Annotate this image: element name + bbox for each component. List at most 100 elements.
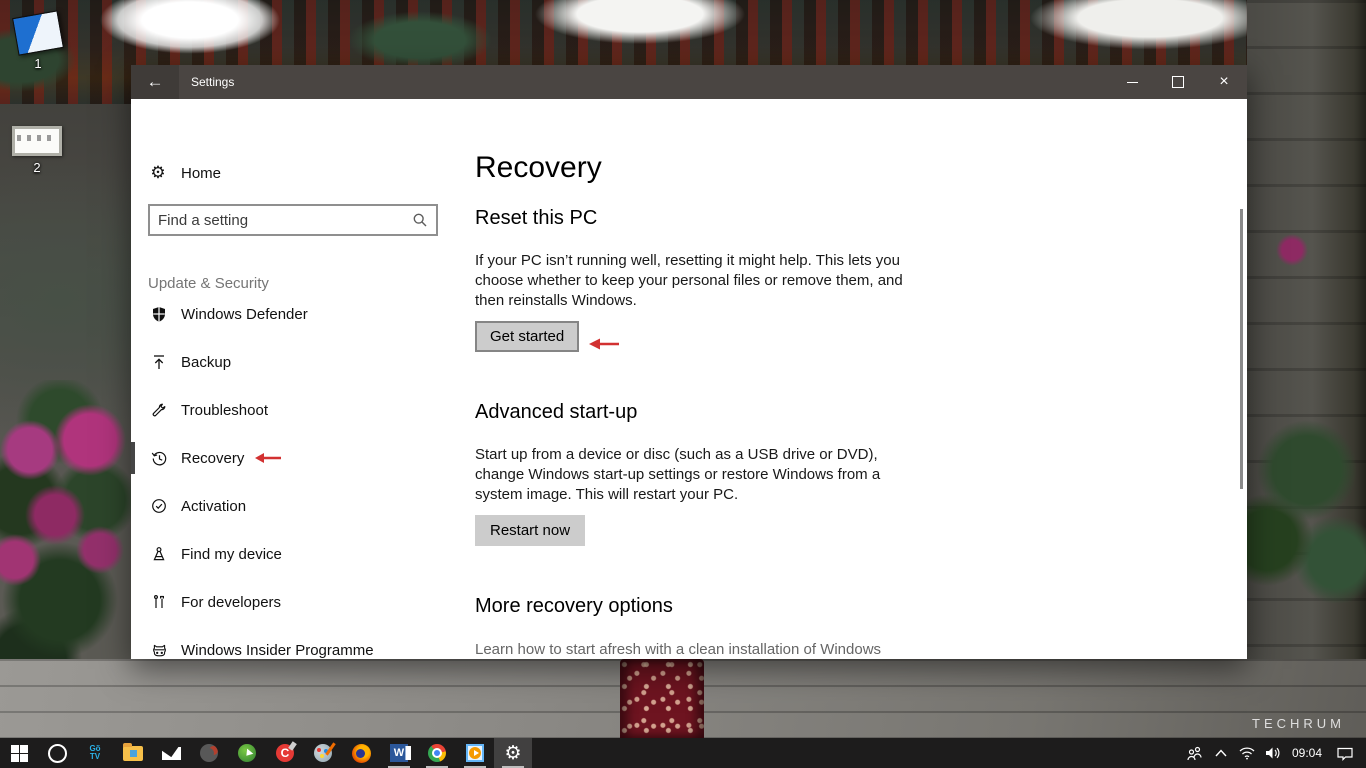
dev-tools-icon	[150, 594, 168, 610]
taskbar-item-gotv[interactable]: Gõ TV	[76, 738, 114, 768]
close-icon: ×	[1219, 73, 1229, 90]
reset-description: If your PC isn’t running well, resetting…	[475, 252, 903, 309]
sidebar-item-for-developers[interactable]: For developers	[131, 582, 465, 622]
settings-gear-icon: ⚙	[504, 742, 522, 764]
sidebar-item-label: Backup	[181, 353, 232, 371]
maximize-icon	[1172, 76, 1184, 88]
sidebar-section-header: Update & Security	[148, 275, 269, 292]
taskbar: Gõ TV C W ⚙ 09:04	[0, 738, 1366, 768]
word-icon: W	[390, 744, 411, 762]
gotv-icon: Gõ TV	[89, 744, 101, 761]
sidebar-item-label: Recovery	[181, 449, 245, 467]
sidebar-item-windows-defender[interactable]: Windows Defender	[131, 294, 465, 334]
settings-window: ← Settings × ⚙ Home Find a setting Updat…	[131, 65, 1247, 659]
taskbar-item-firefox[interactable]	[342, 738, 380, 768]
restart-now-button[interactable]: Restart now	[475, 515, 586, 546]
shield-icon	[150, 306, 168, 323]
windows-logo-icon	[10, 744, 28, 762]
sidebar-item-label: Windows Insider Programme	[181, 641, 374, 659]
map-marker-icon	[150, 546, 168, 562]
history-icon	[150, 450, 168, 467]
firefox-icon	[351, 743, 371, 763]
desktop-icon-label: 1	[34, 56, 42, 71]
desktop-icon-2[interactable]: 2	[5, 126, 69, 175]
ninja-cat-icon	[150, 642, 168, 658]
maximize-button[interactable]	[1155, 65, 1201, 99]
sidebar-item-find-my-device[interactable]: Find my device	[131, 534, 465, 574]
taskbar-clock[interactable]: 09:04	[1292, 746, 1322, 760]
start-afresh-link[interactable]: Learn how to start afresh with a clean i…	[475, 641, 881, 658]
person-background	[620, 659, 704, 738]
wrench-icon	[150, 402, 168, 418]
red-arrow-annotation	[586, 337, 620, 351]
sidebar-item-label: Home	[181, 164, 222, 182]
scrollbar-thumb[interactable]	[1240, 209, 1243, 489]
taskbar-item-ccleaner[interactable]: C	[266, 738, 304, 768]
window-body: ⚙ Home Update & Security Windows Defende…	[131, 99, 1247, 659]
downloader-icon	[200, 744, 218, 762]
watermark-text: TECHRUM	[1252, 716, 1345, 731]
sidebar-item-label: For developers	[181, 593, 282, 611]
back-button[interactable]: ←	[131, 65, 179, 99]
sidebar-item-label: Find my device	[181, 545, 282, 563]
search-box[interactable]	[148, 204, 438, 236]
cortana-icon	[47, 743, 67, 763]
button-label: Get started	[490, 328, 565, 345]
window-title: Settings	[191, 75, 235, 89]
stone-carving-background	[1247, 0, 1366, 768]
image-thumbnail-icon	[12, 10, 64, 56]
media-player-icon	[466, 744, 484, 762]
desktop-icon-label: 2	[33, 160, 41, 175]
start-button[interactable]	[0, 738, 38, 768]
minimize-icon	[1126, 81, 1138, 83]
taskbar-item-word[interactable]: W	[380, 738, 418, 768]
minimize-button[interactable]	[1109, 65, 1155, 99]
button-label: Restart now	[490, 522, 571, 539]
search-icon	[412, 212, 428, 228]
reset-heading: Reset this PC	[475, 207, 598, 229]
advanced-startup-description: Start up from a device or disc (such as …	[475, 446, 881, 503]
back-arrow-icon: ←	[146, 72, 164, 91]
sidebar-item-backup[interactable]: Backup	[131, 342, 465, 382]
taskbar-item-media-player[interactable]	[456, 738, 494, 768]
gear-icon: ⚙	[150, 163, 166, 182]
action-center-icon[interactable]	[1332, 746, 1358, 761]
wifi-icon[interactable]	[1234, 746, 1260, 760]
volume-icon[interactable]	[1260, 746, 1286, 760]
chrome-icon	[428, 744, 446, 762]
taskbar-item-idm[interactable]	[228, 738, 266, 768]
mail-button[interactable]	[152, 738, 190, 768]
folder-icon	[123, 742, 143, 761]
sidebar-item-label: Activation	[181, 497, 247, 515]
taskbar-item-settings[interactable]: ⚙	[494, 738, 532, 768]
titlebar: ← Settings ×	[131, 65, 1247, 99]
cortana-button[interactable]	[38, 738, 76, 768]
sidebar-item-activation[interactable]: Activation	[131, 486, 465, 526]
chevron-up-icon[interactable]	[1208, 748, 1234, 758]
taskbar-item-paint[interactable]	[304, 738, 342, 768]
idm-icon	[238, 744, 256, 762]
sidebar-item-troubleshoot[interactable]: Troubleshoot	[131, 390, 465, 430]
advanced-startup-heading: Advanced start-up	[475, 401, 638, 423]
check-circle-icon	[150, 498, 168, 514]
desktop-icon-1[interactable]: 1	[6, 10, 70, 71]
more-recovery-options-heading: More recovery options	[475, 595, 673, 617]
taskbar-item-downloader[interactable]	[190, 738, 228, 768]
red-arrow-annotation	[252, 452, 282, 464]
sidebar-item-label: Windows Defender	[181, 305, 308, 323]
search-input[interactable]	[150, 211, 412, 229]
page-title: Recovery	[475, 151, 602, 184]
close-button[interactable]: ×	[1201, 65, 1247, 99]
sidebar-item-windows-insider-programme[interactable]: Windows Insider Programme	[131, 630, 465, 670]
desktop: TECHRUM 1 2 ← Settings × ⚙ Home Find a s…	[0, 0, 1366, 768]
people-icon[interactable]	[1182, 745, 1208, 761]
taskbar-item-chrome[interactable]	[418, 738, 456, 768]
sidebar-item-label: Troubleshoot	[181, 401, 268, 419]
paint-icon	[314, 744, 332, 762]
file-explorer-button[interactable]	[114, 738, 152, 768]
ccleaner-icon: C	[276, 744, 294, 762]
sidebar-item-recovery[interactable]: Recovery	[131, 438, 465, 478]
get-started-button[interactable]: Get started	[475, 321, 580, 352]
sidebar-item-home[interactable]: ⚙ Home	[131, 156, 465, 190]
image-thumbnail-icon	[12, 126, 62, 156]
